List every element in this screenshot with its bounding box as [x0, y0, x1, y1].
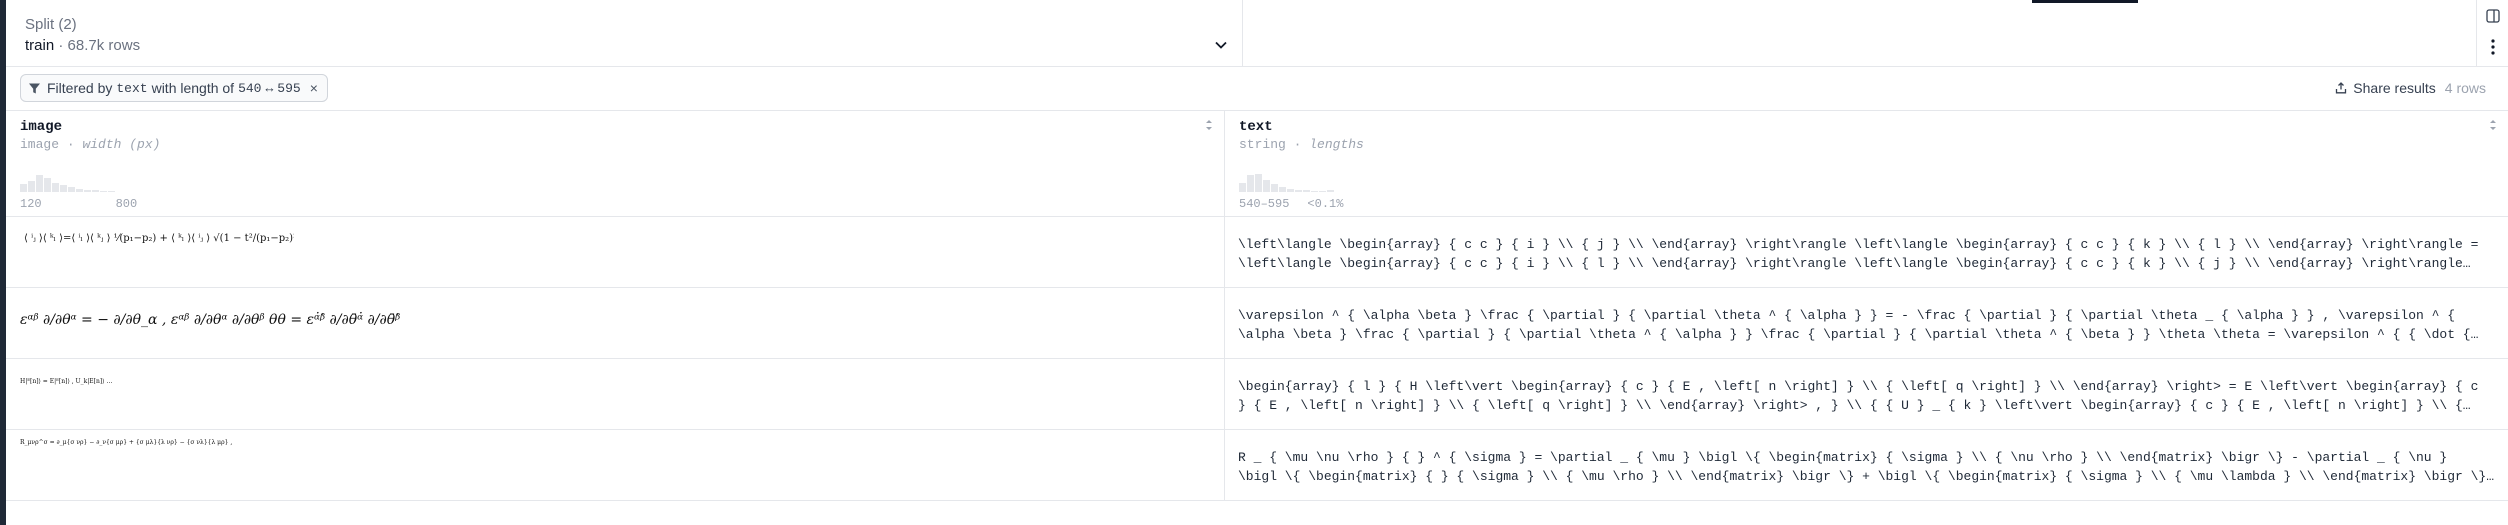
formula-image[interactable]: εᵅᵝ ∂/∂θᵅ = − ∂/∂θ_α , εᵅᵝ ∂/∂θᵅ ∂/∂θᵝ θ… [20, 300, 400, 340]
histogram-bar[interactable] [1263, 180, 1270, 192]
close-icon[interactable]: × [310, 80, 318, 96]
histogram-bar[interactable] [20, 184, 27, 192]
chevron-down-icon[interactable] [1214, 38, 1228, 52]
filter-middle: with length of [151, 80, 235, 96]
filter-range-arrow: ↔ [265, 80, 274, 96]
histogram-bar[interactable] [1239, 183, 1246, 192]
column-type-name: image [20, 137, 60, 152]
text-line: R _ { \mu \nu \rho } { } ^ { \sigma } = … [1238, 450, 2448, 465]
formula-image[interactable]: ⟨ ⁱⱼ ⟩⟨ ᵏₗ ⟩=⟨ ⁱₗ ⟩⟨ ᵏⱼ ⟩ ¹⁄(p₁−p₂) + ⟨ … [20, 225, 294, 269]
column-type-separator: · [66, 137, 75, 152]
histogram-bar[interactable] [68, 187, 75, 192]
text-line: \left\langle \begin{array} { c c } { i }… [1238, 237, 2479, 252]
text-line: \left\langle \begin{array} { c c } { i }… [1238, 256, 2471, 271]
column-name: text [1239, 119, 1273, 135]
more-options-icon[interactable] [2490, 38, 2496, 56]
active-tab-indicator [2032, 0, 2138, 3]
share-results-button[interactable]: Share results 4 rows [2335, 80, 2486, 96]
text-line: \begin{array} { l } { H \left\vert \begi… [1238, 379, 2479, 394]
column-name: image [20, 119, 63, 135]
filter-icon [29, 83, 40, 93]
formula-image[interactable]: R_μνρ^σ = ∂_μ{σ νρ} − ∂_ν{σ μρ} + {σ μλ}… [20, 436, 250, 450]
text-line: \bigl \{ \begin{matrix} { } { \sigma } \… [1238, 469, 2495, 484]
split-row-count: 68.7k rows [67, 37, 141, 54]
histogram-bar[interactable] [52, 183, 59, 192]
image-cell[interactable]: H|ᴱ[n]⟩ = E|ᴱ[n]⟩ , U_k|E[n]⟩ … [6, 359, 1225, 429]
filter-chip[interactable]: Filtered by text with length of 540 ↔ 59… [20, 74, 328, 102]
histogram[interactable] [20, 162, 116, 192]
split-selector[interactable]: Split (2) train · 68.7k rows [6, 0, 1243, 66]
sidebar-toggle-icon[interactable] [2486, 9, 2500, 23]
histogram-bar[interactable] [60, 185, 67, 192]
text-line: } { E , \left[ n \right] } \\ { \left[ q… [1238, 398, 2471, 413]
table-header: image image · width (px) 120 800 text str… [6, 110, 2508, 217]
filter-prefix: Filtered by [47, 80, 113, 96]
table-row[interactable]: εᵅᵝ ∂/∂θᵅ = − ∂/∂θ_α , εᵅᵝ ∂/∂θᵅ ∂/∂θᵝ θ… [6, 288, 2508, 359]
table-row[interactable]: H|ᴱ[n]⟩ = E|ᴱ[n]⟩ , U_k|E[n]⟩ … \begin{a… [6, 359, 2508, 430]
column-type: image · width (px) [20, 137, 160, 152]
histogram-bar[interactable] [1247, 175, 1254, 192]
column-stat-label: lengths [1309, 137, 1364, 152]
histogram-labels: 120 800 [20, 197, 137, 211]
histogram-bar[interactable] [28, 181, 35, 192]
image-cell[interactable]: R_μνρ^σ = ∂_μ{σ νρ} − ∂_ν{σ μρ} + {σ μλ}… [6, 430, 1225, 500]
split-separator: · [58, 37, 64, 54]
histogram-bar[interactable] [108, 191, 115, 192]
share-label: Share results [2353, 80, 2436, 96]
column-type-separator: · [1293, 137, 1302, 152]
table-row[interactable]: ⟨ ⁱⱼ ⟩⟨ ᵏₗ ⟩=⟨ ⁱₗ ⟩⟨ ᵏⱼ ⟩ ¹⁄(p₁−p₂) + ⟨ … [6, 217, 2508, 288]
formula-image[interactable]: H|ᴱ[n]⟩ = E|ᴱ[n]⟩ , U_k|E[n]⟩ … [20, 367, 160, 397]
table-row[interactable]: R_μνρ^σ = ∂_μ{σ νρ} − ∂_ν{σ μρ} + {σ μλ}… [6, 430, 2508, 501]
histogram-bar[interactable] [1295, 190, 1302, 192]
right-panel-controls [2476, 0, 2508, 66]
text-line: \alpha \beta } \frac { \partial } { \par… [1238, 327, 2479, 342]
hist-max-label: 800 [115, 197, 138, 211]
text-cell[interactable]: \varepsilon ^ { \alpha \beta } \frac { \… [1238, 306, 2500, 344]
image-cell[interactable]: ⟨ ⁱⱼ ⟩⟨ ᵏₗ ⟩=⟨ ⁱₗ ⟩⟨ ᵏⱼ ⟩ ¹⁄(p₁−p₂) + ⟨ … [6, 217, 1225, 287]
histogram[interactable] [1239, 162, 1335, 192]
text-cell[interactable]: R _ { \mu \nu \rho } { } ^ { \sigma } = … [1238, 448, 2500, 486]
column-header-text[interactable]: text string · lengths 540–595 <0.1% [1225, 110, 2508, 216]
filter-range-to: 595 [277, 80, 301, 96]
split-title: Split (2) [25, 16, 77, 33]
histogram-bar[interactable] [1303, 190, 1310, 192]
split-subtitle: train · 68.7k rows [25, 37, 140, 54]
histogram-bar[interactable] [1279, 187, 1286, 192]
column-type-name: string [1239, 137, 1286, 152]
histogram-labels: 540–595 <0.1% [1239, 197, 1343, 211]
share-icon [2336, 82, 2347, 94]
column-type: string · lengths [1239, 137, 1364, 152]
image-cell[interactable]: εᵅᵝ ∂/∂θᵅ = − ∂/∂θ_α , εᵅᵝ ∂/∂θᵅ ∂/∂θᵝ θ… [6, 288, 1225, 358]
column-stat-label: width (px) [82, 137, 161, 152]
filter-bar: Filtered by text with length of 540 ↔ 59… [6, 66, 2508, 111]
filter-column: text [116, 80, 148, 96]
filter-range-from: 540 [238, 80, 262, 96]
histogram-bar[interactable] [76, 189, 83, 192]
histogram-bar[interactable] [100, 191, 107, 192]
histogram-bar[interactable] [44, 178, 51, 192]
hist-min-label: 540–595 [1239, 197, 1290, 211]
histogram-bar[interactable] [84, 190, 91, 192]
text-cell[interactable]: \begin{array} { l } { H \left\vert \begi… [1238, 377, 2500, 415]
hist-min-label: 120 [20, 197, 42, 211]
split-name: train [25, 37, 55, 54]
histogram-bar[interactable] [1271, 184, 1278, 192]
histogram-bar[interactable] [1255, 174, 1262, 192]
text-cell[interactable]: \left\langle \begin{array} { c c } { i }… [1238, 235, 2500, 273]
histogram-bar[interactable] [1287, 189, 1294, 192]
histogram-bar[interactable] [1311, 191, 1318, 192]
histogram-bar[interactable] [36, 175, 43, 192]
hist-max-label: <0.1% [1307, 197, 1344, 211]
sort-icon[interactable] [2488, 118, 2498, 132]
histogram-bar[interactable] [92, 190, 99, 192]
result-row-count: 4 rows [2444, 80, 2486, 96]
column-header-image[interactable]: image image · width (px) 120 800 [6, 110, 1225, 216]
histogram-bar[interactable] [1319, 191, 1326, 192]
histogram-bar[interactable] [1327, 190, 1334, 192]
sort-icon[interactable] [1204, 118, 1214, 132]
text-line: \varepsilon ^ { \alpha \beta } \frac { \… [1238, 308, 2455, 323]
